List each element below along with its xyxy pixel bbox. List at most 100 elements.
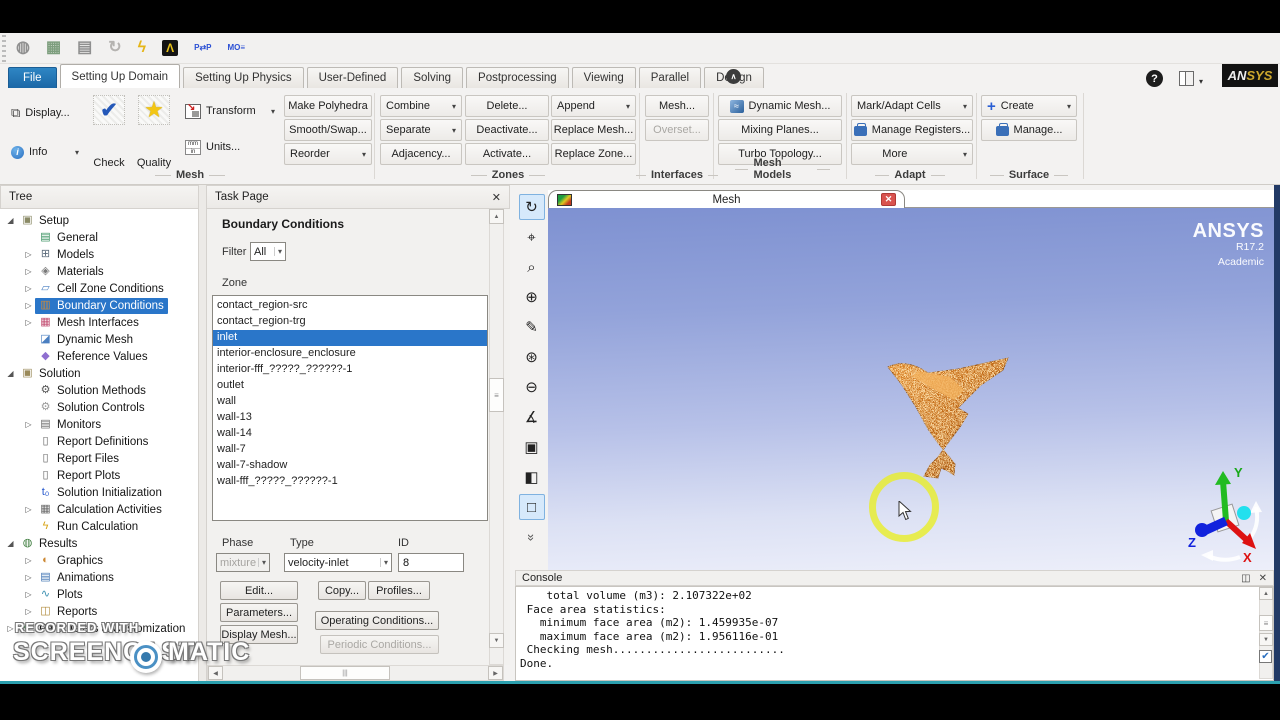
window-layout-icon[interactable]: [1179, 71, 1194, 86]
layout-caret-icon[interactable]: ▾: [1199, 77, 1203, 86]
tree-item[interactable]: ◢ ◍ Results: [0, 535, 198, 552]
tree-item[interactable]: ▷ ◈ Materials: [0, 263, 198, 280]
dynamic-mesh-button[interactable]: ≈ Dynamic Mesh...: [718, 95, 842, 117]
graphics-viewport[interactable]: ANSYS R17.2 Academic Y X Z: [548, 208, 1274, 570]
mixing-planes-button[interactable]: Mixing Planes...: [718, 119, 842, 141]
monitor-eq-icon[interactable]: MO≡: [227, 44, 245, 52]
tree-expander-icon[interactable]: ▷: [22, 573, 35, 582]
replace-zone-button[interactable]: Replace Zone...: [551, 143, 636, 165]
smooth-swap-button[interactable]: Smooth/Swap...: [284, 119, 372, 141]
scroll-down-icon[interactable]: ▼: [489, 633, 504, 648]
make-polyhedra-button[interactable]: Make Polyhedra: [284, 95, 372, 117]
console-output[interactable]: total volume (m3): 2.107322e+02 Face are…: [515, 586, 1274, 681]
tree-item[interactable]: ▤ General: [0, 229, 198, 246]
snapshot-icon[interactable]: ▣: [519, 434, 545, 460]
tree-item[interactable]: ◆ Reference Values: [0, 348, 198, 365]
manage-registers-button[interactable]: Manage Registers...: [851, 119, 973, 141]
zone-list-item[interactable]: wall-fff_?????_??????-1: [213, 474, 487, 490]
create-surface-button[interactable]: + Create ▾: [981, 95, 1077, 117]
zoom-fit-icon[interactable]: ⊛: [519, 344, 545, 370]
help-icon[interactable]: ?: [1146, 70, 1163, 87]
ribbon-tab[interactable]: Viewing: [571, 67, 636, 88]
save-case-icon[interactable]: ▤: [77, 40, 92, 56]
type-dropdown[interactable]: velocity-inlet ▾: [284, 553, 392, 572]
console-close-icon[interactable]: ✕: [1259, 573, 1267, 584]
ribbon-tab[interactable]: Setting Up Physics: [183, 67, 304, 88]
view-options-icon[interactable]: ◧: [519, 464, 545, 490]
check-button[interactable]: ✔ Check: [87, 95, 131, 169]
quality-button[interactable]: ★ Quality: [131, 95, 177, 169]
zone-list-item[interactable]: contact_region-src: [213, 298, 487, 314]
activate-button[interactable]: Activate...: [465, 143, 549, 165]
tree-item[interactable]: ⚙ Solution Methods: [0, 382, 198, 399]
console-scroll-up-icon[interactable]: ▲: [1259, 587, 1273, 600]
adjacency-button[interactable]: Adjacency...: [380, 143, 462, 165]
read-mesh-icon[interactable]: ◍: [16, 40, 30, 56]
tree-item[interactable]: ▷ ▦ Calculation Activities: [0, 501, 198, 518]
edit-button[interactable]: Edit...: [220, 581, 298, 600]
zone-list-item[interactable]: interior-enclosure_enclosure: [213, 346, 487, 362]
append-button[interactable]: Append ▾: [551, 95, 636, 117]
ribbon-tab[interactable]: File: [8, 67, 57, 88]
tree-expander-icon[interactable]: ▷: [22, 420, 35, 429]
ansys-a-icon[interactable]: Λ: [162, 40, 179, 56]
transform-button[interactable]: ↘ Transform ▾: [180, 97, 280, 125]
tree-expander-icon[interactable]: ◢: [4, 369, 17, 378]
ribbon-tab[interactable]: User-Defined: [306, 67, 399, 88]
console-autoscroll-checkbox[interactable]: ✔: [1259, 650, 1272, 663]
console-scroll-down-icon[interactable]: ▼: [1259, 633, 1273, 646]
zone-list-item[interactable]: outlet: [213, 378, 487, 394]
tree-expander-icon[interactable]: ▷: [22, 267, 35, 276]
zone-list-item[interactable]: wall-13: [213, 410, 487, 426]
reorder-button[interactable]: Reorder ▾: [284, 143, 372, 165]
tree-item[interactable]: ▷ ▦ Mesh Interfaces: [0, 314, 198, 331]
replace-mesh-button[interactable]: Replace Mesh...: [551, 119, 636, 141]
more-adapt-button[interactable]: More ▾: [851, 143, 973, 165]
tree-expander-icon[interactable]: ▷: [22, 284, 35, 293]
zone-list-item[interactable]: wall-7: [213, 442, 487, 458]
delete-button[interactable]: Delete...: [465, 95, 549, 117]
separate-button[interactable]: Separate ▾: [380, 119, 462, 141]
panel-splitter[interactable]: [199, 185, 207, 681]
scroll-right-icon[interactable]: ▶: [488, 666, 503, 680]
tree-item[interactable]: ◢ ▣ Setup: [0, 212, 198, 229]
mesh-window-tab[interactable]: Mesh ✕: [548, 190, 905, 208]
rotate-view-icon[interactable]: ↻: [518, 194, 545, 220]
combine-button[interactable]: Combine ▾: [380, 95, 462, 117]
display-button[interactable]: ⧉ Display...: [6, 101, 84, 125]
zone-listbox[interactable]: contact_region-src contact_region-trg inle…: [212, 295, 488, 521]
parameters-button[interactable]: Parameters...: [220, 603, 298, 622]
zone-list-item[interactable]: wall-14: [213, 426, 487, 442]
console-dock-icon[interactable]: ◫: [1241, 573, 1250, 584]
iso-view-icon[interactable]: □: [518, 494, 545, 520]
console-scroll-thumb[interactable]: ≡: [1259, 615, 1273, 631]
tree-item[interactable]: ▯ Report Definitions: [0, 433, 198, 450]
profiles-button[interactable]: Profiles...: [368, 581, 430, 600]
scroll-up-icon[interactable]: ▲: [489, 209, 504, 224]
zoom-in-icon[interactable]: ⊕: [519, 284, 545, 310]
tree-item[interactable]: ▯ Report Files: [0, 450, 198, 467]
ribbon-tab[interactable]: Solving: [401, 67, 464, 88]
calculate-icon[interactable]: ϟ: [138, 40, 146, 56]
tree-item[interactable]: t₀ Solution Initialization: [0, 484, 198, 501]
tree-expander-icon[interactable]: ▷: [22, 250, 35, 259]
tree-item[interactable]: ▷ ◐ Graphics: [0, 552, 198, 569]
zone-list-item[interactable]: contact_region-trg: [213, 314, 487, 330]
tree-item[interactable]: ▷ ⊞ Models: [0, 246, 198, 263]
task-page-vscrollbar[interactable]: [489, 209, 504, 665]
probe-icon[interactable]: ✎: [519, 314, 545, 340]
tree-item[interactable]: ▷ ▥ Boundary Conditions: [0, 297, 198, 314]
measure-icon[interactable]: ∡: [519, 404, 545, 430]
tree-expander-icon[interactable]: ▷: [22, 318, 35, 327]
zone-list-item[interactable]: inlet: [213, 330, 487, 346]
tree-expander-icon[interactable]: ▷: [22, 301, 35, 310]
zoom-out-icon[interactable]: ⊖: [519, 374, 545, 400]
zone-list-item[interactable]: wall-7-shadow: [213, 458, 487, 474]
profile-transfer-icon[interactable]: P⇄P: [194, 44, 211, 52]
task-page-close-icon[interactable]: ✕: [492, 191, 501, 204]
tree-expander-icon[interactable]: ▷: [22, 607, 35, 616]
ribbon-tab[interactable]: Setting Up Domain: [59, 64, 181, 88]
interfaces-mesh-button[interactable]: Mesh...: [645, 95, 709, 117]
pan-icon[interactable]: ⌖: [519, 224, 545, 250]
manage-surface-button[interactable]: Manage...: [981, 119, 1077, 141]
